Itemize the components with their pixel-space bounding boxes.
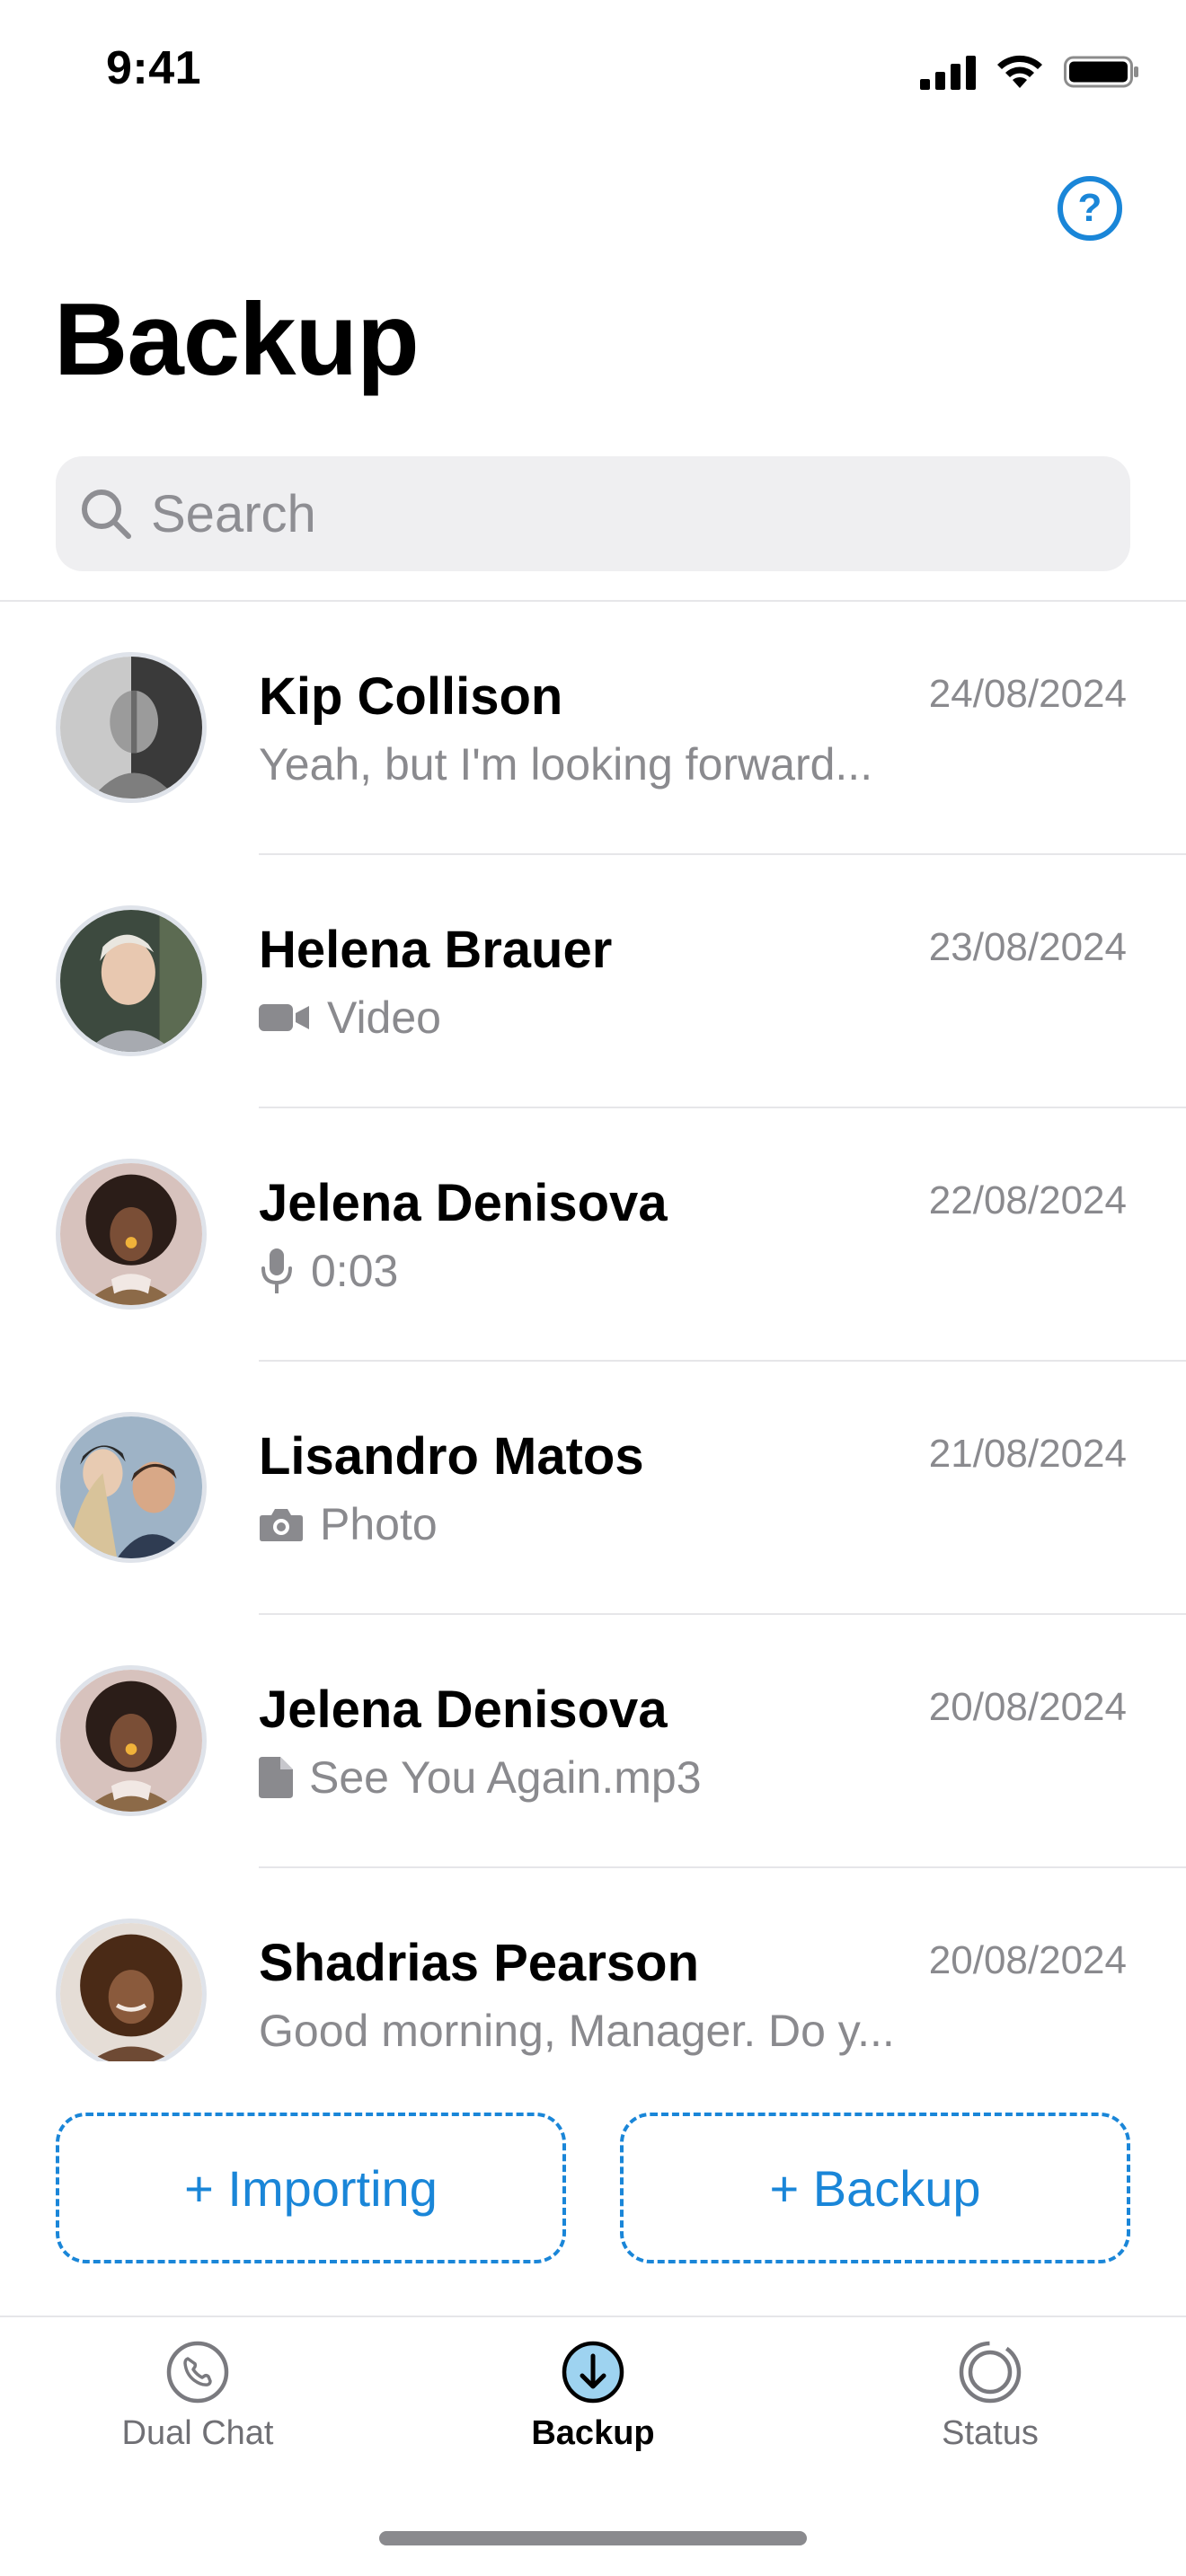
- camera-icon: [260, 1509, 303, 1541]
- avatar: [56, 652, 207, 803]
- chat-row[interactable]: Helena Brauer 23/08/2024 Video: [0, 855, 1186, 1108]
- status-bar: 9:41: [0, 0, 1186, 144]
- download-circle-icon: [562, 2341, 624, 2404]
- chat-preview-text: See You Again.mp3: [309, 1752, 702, 1803]
- tab-label: Dual Chat: [121, 2414, 274, 2452]
- chat-name: Kip Collison: [259, 667, 563, 726]
- chat-date: 24/08/2024: [928, 672, 1127, 716]
- chat-date: 23/08/2024: [928, 925, 1127, 969]
- chat-row[interactable]: Shadrias Pearson 20/08/2024 Good morning…: [0, 1868, 1186, 2061]
- search-icon: [82, 490, 131, 539]
- avatar: [56, 1412, 207, 1563]
- chat-name: Shadrias Pearson: [259, 1934, 699, 1992]
- chat-preview: See You Again.mp3: [259, 1751, 702, 1804]
- tab-label: Backup: [531, 2414, 655, 2452]
- chat-preview: Photo: [259, 1498, 438, 1550]
- chat-preview: Video: [259, 992, 441, 1044]
- home-indicator: [379, 2531, 807, 2545]
- chat-preview-text: Photo: [320, 1499, 438, 1549]
- tab-backup[interactable]: Backup: [458, 2339, 728, 2453]
- battery-icon: [1064, 56, 1138, 88]
- chat-preview: Good morning, Manager. Do y...: [259, 2005, 895, 2057]
- video-icon: [259, 1004, 309, 1031]
- avatar: [56, 905, 207, 1056]
- microphone-icon: [261, 1248, 292, 1293]
- chat-row[interactable]: Jelena Denisova 22/08/2024 0:03: [0, 1108, 1186, 1362]
- search-input[interactable]: [151, 483, 1049, 544]
- chat-date: 20/08/2024: [928, 1685, 1127, 1729]
- phone-icon: [166, 2341, 229, 2404]
- chat-preview-text: Good morning, Manager. Do y...: [259, 2006, 895, 2056]
- chat-name: Lisandro Matos: [259, 1427, 644, 1486]
- chat-preview-text: 0:03: [311, 1246, 399, 1296]
- page-title: Backup: [54, 283, 420, 397]
- chat-preview: Yeah, but I'm looking forward...: [259, 738, 872, 790]
- chat-preview-text: Yeah, but I'm looking forward...: [259, 739, 873, 790]
- chat-name: Helena Brauer: [259, 921, 613, 979]
- importing-button[interactable]: + Importing: [56, 2113, 566, 2263]
- help-button[interactable]: ?: [1058, 176, 1122, 241]
- status-icons: [920, 52, 1139, 92]
- chat-date: 20/08/2024: [928, 1938, 1127, 1982]
- chat-date: 21/08/2024: [928, 1432, 1127, 1476]
- cellular-signal-icon: [920, 56, 976, 90]
- chat-row[interactable]: Jelena Denisova 20/08/2024 See You Again…: [0, 1615, 1186, 1868]
- chat-name: Jelena Denisova: [259, 1681, 668, 1739]
- chat-name: Jelena Denisova: [259, 1174, 668, 1232]
- tab-label: Status: [942, 2414, 1039, 2452]
- chat-row[interactable]: Kip Collison 24/08/2024 Yeah, but I'm lo…: [0, 602, 1186, 855]
- backup-button[interactable]: + Backup: [620, 2113, 1130, 2263]
- chat-preview-text: Video: [327, 992, 441, 1043]
- avatar: [56, 1159, 207, 1310]
- avatar: [56, 1665, 207, 1816]
- chat-date: 22/08/2024: [928, 1178, 1127, 1222]
- status-time: 9:41: [106, 42, 202, 94]
- wifi-icon: [997, 55, 1042, 88]
- chat-list[interactable]: Kip Collison 24/08/2024 Yeah, but I'm lo…: [0, 602, 1186, 2061]
- document-icon: [259, 1757, 293, 1798]
- chat-row[interactable]: Lisandro Matos 21/08/2024 Photo: [0, 1362, 1186, 1615]
- chat-preview: 0:03: [259, 1245, 398, 1297]
- avatar: [56, 1919, 207, 2061]
- tab-status[interactable]: Status: [855, 2339, 1125, 2453]
- search-bar[interactable]: [56, 456, 1130, 571]
- status-ring-icon: [959, 2341, 1022, 2404]
- tab-dual-chat[interactable]: Dual Chat: [63, 2339, 332, 2453]
